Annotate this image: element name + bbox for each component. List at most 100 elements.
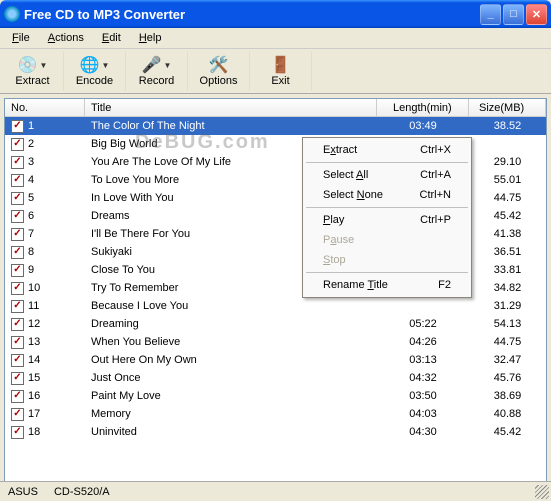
menu-file[interactable]: File	[4, 30, 38, 46]
close-button[interactable]: ✕	[526, 4, 547, 25]
menu-actions[interactable]: Actions	[40, 30, 92, 46]
track-no: 2	[28, 138, 34, 150]
track-length: 03:13	[377, 354, 469, 366]
track-size: 41.38	[469, 228, 546, 240]
ctx-separator	[306, 207, 468, 208]
track-no: 3	[28, 156, 34, 168]
track-size: 33.81	[469, 264, 546, 276]
table-row[interactable]: ✓14Out Here On My Own03:1332.47	[5, 351, 546, 369]
track-length: 03:49	[377, 120, 469, 132]
header-title[interactable]: Title	[85, 99, 377, 116]
track-no: 6	[28, 210, 34, 222]
checkbox-icon[interactable]: ✓	[11, 228, 24, 241]
header-no[interactable]: No.	[5, 99, 85, 116]
ctx-play[interactable]: PlayCtrl+P	[305, 210, 469, 230]
track-title: Uninvited	[85, 426, 377, 438]
exit-icon: 🚪	[271, 55, 291, 75]
table-row[interactable]: ✓17Memory04:0340.88	[5, 405, 546, 423]
checkbox-icon[interactable]: ✓	[11, 264, 24, 277]
minimize-button[interactable]: _	[480, 4, 501, 25]
checkbox-icon[interactable]: ✓	[11, 282, 24, 295]
checkbox-icon[interactable]: ✓	[11, 318, 24, 331]
track-title: The Color Of The Night	[85, 120, 377, 132]
ctx-separator	[306, 162, 468, 163]
checkbox-icon[interactable]: ✓	[11, 372, 24, 385]
extract-icon: 💿	[18, 55, 38, 75]
track-title: When You Believe	[85, 336, 377, 348]
checkbox-icon[interactable]: ✓	[11, 192, 24, 205]
checkbox-icon[interactable]: ✓	[11, 174, 24, 187]
window-buttons: _ □ ✕	[480, 4, 547, 25]
track-title: Out Here On My Own	[85, 354, 377, 366]
window-title: Free CD to MP3 Converter	[24, 7, 480, 22]
checkbox-icon[interactable]: ✓	[11, 408, 24, 421]
track-no: 16	[28, 390, 40, 402]
track-length: 05:22	[377, 318, 469, 330]
table-row[interactable]: ✓11Because I Love You31.29	[5, 297, 546, 315]
ctx-select-none[interactable]: Select NoneCtrl+N	[305, 185, 469, 205]
track-no: 8	[28, 246, 34, 258]
checkbox-icon[interactable]: ✓	[11, 246, 24, 259]
table-row[interactable]: ✓13When You Believe04:2644.75	[5, 333, 546, 351]
track-no: 12	[28, 318, 40, 330]
status-drive: CD-S520/A	[54, 486, 110, 498]
status-bar: ASUS CD-S520/A	[0, 481, 551, 501]
track-length: 04:32	[377, 372, 469, 384]
header-length[interactable]: Length(min)	[377, 99, 469, 116]
track-title: Memory	[85, 408, 377, 420]
track-title: Dreaming	[85, 318, 377, 330]
table-row[interactable]: ✓15Just Once04:3245.76	[5, 369, 546, 387]
table-row[interactable]: ✓1The Color Of The Night03:4938.52	[5, 117, 546, 135]
track-size: 38.69	[469, 390, 546, 402]
track-size: 45.76	[469, 372, 546, 384]
track-title: Because I Love You	[85, 300, 377, 312]
checkbox-icon[interactable]: ✓	[11, 156, 24, 169]
track-no: 10	[28, 282, 40, 294]
ctx-select-all[interactable]: Select AllCtrl+A	[305, 165, 469, 185]
encode-button[interactable]: 🌐▼ Encode	[64, 51, 126, 91]
ctx-rename[interactable]: Rename TitleF2	[305, 275, 469, 295]
table-row[interactable]: ✓12Dreaming05:2254.13	[5, 315, 546, 333]
checkbox-icon[interactable]: ✓	[11, 426, 24, 439]
status-vendor: ASUS	[8, 486, 38, 498]
checkbox-icon[interactable]: ✓	[11, 300, 24, 313]
header-size[interactable]: Size(MB)	[469, 99, 546, 116]
track-no: 13	[28, 336, 40, 348]
checkbox-icon[interactable]: ✓	[11, 120, 24, 133]
ctx-separator	[306, 272, 468, 273]
track-rows: DeBUG.com ExtractCtrl+X Select AllCtrl+A…	[5, 117, 546, 441]
encode-icon: 🌐	[80, 55, 100, 75]
ctx-extract[interactable]: ExtractCtrl+X	[305, 140, 469, 160]
track-size: 45.42	[469, 210, 546, 222]
resize-grip[interactable]	[535, 485, 549, 499]
table-row[interactable]: ✓18Uninvited04:3045.42	[5, 423, 546, 441]
track-size: 44.75	[469, 336, 546, 348]
track-size: 44.75	[469, 192, 546, 204]
track-size: 38.52	[469, 120, 546, 132]
record-button[interactable]: 🎤▼ Record	[126, 51, 188, 91]
track-size: 45.42	[469, 426, 546, 438]
checkbox-icon[interactable]: ✓	[11, 354, 24, 367]
track-no: 14	[28, 354, 40, 366]
table-row[interactable]: ✓16Paint My Love03:5038.69	[5, 387, 546, 405]
track-length: 04:30	[377, 426, 469, 438]
extract-button[interactable]: 💿▼ Extract	[2, 51, 64, 91]
context-menu: ExtractCtrl+X Select AllCtrl+A Select No…	[302, 137, 472, 298]
ctx-stop: Stop	[305, 250, 469, 270]
options-icon: 🛠️	[209, 55, 229, 75]
menu-edit[interactable]: Edit	[94, 30, 129, 46]
checkbox-icon[interactable]: ✓	[11, 336, 24, 349]
maximize-button[interactable]: □	[503, 4, 524, 25]
exit-button[interactable]: 🚪 Exit	[250, 51, 312, 91]
track-no: 15	[28, 372, 40, 384]
checkbox-icon[interactable]: ✓	[11, 138, 24, 151]
track-length: 04:03	[377, 408, 469, 420]
checkbox-icon[interactable]: ✓	[11, 390, 24, 403]
track-no: 7	[28, 228, 34, 240]
menu-help[interactable]: Help	[131, 30, 170, 46]
options-button[interactable]: 🛠️ Options	[188, 51, 250, 91]
track-listview[interactable]: No. Title Length(min) Size(MB) DeBUG.com…	[4, 98, 547, 496]
track-title: Paint My Love	[85, 390, 377, 402]
checkbox-icon[interactable]: ✓	[11, 210, 24, 223]
track-no: 9	[28, 264, 34, 276]
